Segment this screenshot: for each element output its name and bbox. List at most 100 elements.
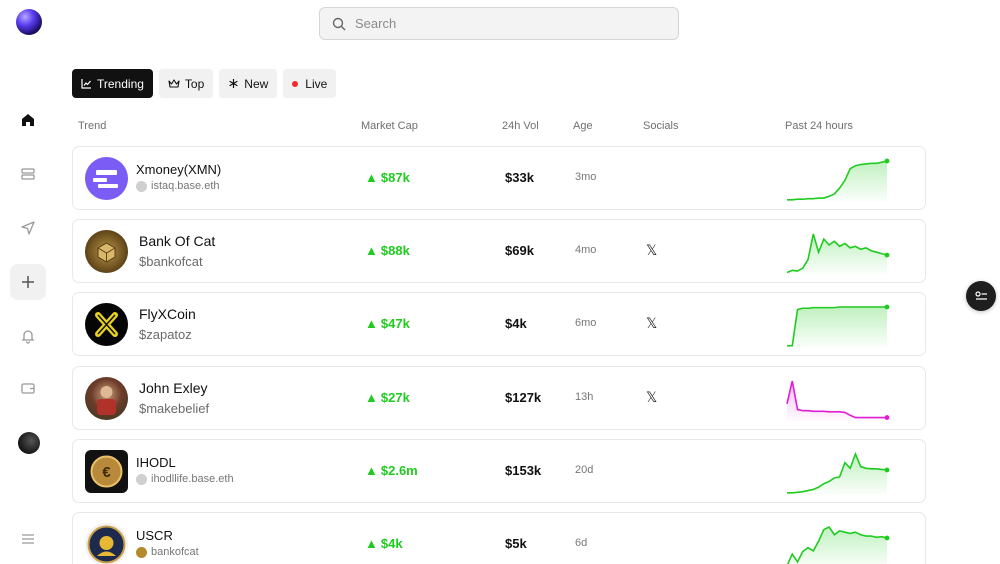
search-input[interactable] [355,16,655,31]
home-icon [22,114,34,126]
search-box[interactable] [319,7,679,40]
volume: $33k [505,170,534,185]
col-trend[interactable]: Trend [78,120,106,132]
up-arrow-icon: ▲ [365,390,378,405]
col-age[interactable]: Age [573,120,593,132]
send-icon [21,221,35,235]
social-x-link[interactable]: 𝕏 [646,389,657,406]
token-avatar [85,157,128,200]
social-x-link[interactable]: 𝕏 [646,242,657,259]
sparkline [787,304,890,347]
sparkline [786,233,890,274]
asterisk-icon [229,79,238,88]
token-handle: $zapatoz [139,327,192,342]
svg-text:€: € [102,464,111,481]
volume: $153k [505,463,542,478]
handle-text: ihodllife.base.eth [151,473,234,485]
sparkline-end-dot [884,252,890,258]
nav-menu[interactable] [10,521,46,557]
nav-wallet[interactable] [10,370,46,406]
token-handle: $makebelief [139,401,210,416]
sparkline-end-dot [884,467,890,473]
app-logo[interactable] [16,9,42,35]
trend-icon [81,79,91,89]
social-x-link[interactable]: 𝕏 [646,315,657,332]
col-market-cap[interactable]: Market Cap [361,120,418,132]
token-row[interactable]: Bank Of Cat $bankofcat ▲ $88k $69k 4mo 𝕏 [72,219,926,283]
nav-home[interactable] [10,102,46,138]
nav-notifications[interactable] [10,318,46,354]
up-arrow-icon: ▲ [365,316,378,331]
col-socials: Socials [643,120,679,132]
filter-tabs: Trending Top New Live [72,69,337,98]
token-handle: ihodllife.base.eth [136,473,234,485]
handle-text: istaq.base.eth [151,180,220,192]
market-cap: ▲ $2.6m [365,463,418,478]
bell-icon [21,330,35,344]
col-24h-vol[interactable]: 24h Vol [502,120,539,132]
market-cap-value: $2.6m [380,463,418,478]
creator-avatar-icon [136,546,147,558]
creator-avatar-icon [136,180,147,192]
filter-settings-button[interactable] [966,281,996,311]
token-handle: bankofcat [136,546,199,558]
age: 4mo [575,244,597,256]
plus-icon [22,276,34,288]
market-cap-value: $88k [380,243,410,258]
volume: $127k [505,390,542,405]
user-avatar[interactable] [18,432,40,454]
sparkline [787,451,890,494]
token-avatar [85,230,128,273]
tab-trending-label: Trending [97,76,144,91]
sparkline-end-dot [884,415,890,420]
tab-new-label: New [244,76,269,91]
token-row[interactable]: Xmoney(XMN) istaq.base.eth ▲ $87k $33k 3m… [72,146,926,210]
market-cap-value: $47k [380,316,410,331]
age: 6d [575,537,588,549]
token-name: Bank Of Cat [139,233,216,249]
token-name: Xmoney(XMN) [136,162,222,177]
token-row[interactable]: John Exley $makebelief ▲ $27k $127k 13h 𝕏 [72,366,926,430]
up-arrow-icon: ▲ [365,170,378,185]
tab-top[interactable]: Top [158,69,214,98]
tab-new[interactable]: New [219,69,278,98]
volume: $4k [505,316,527,331]
list-settings-icon [975,291,987,300]
token-name: John Exley [139,380,208,396]
market-cap: ▲ $88k [365,243,410,258]
sparkline-end-dot [884,158,890,164]
token-avatar [85,377,128,420]
token-row[interactable]: € IHODL ihodllife.base.eth ▲ $2.6m $153k … [72,439,926,503]
nav-layers[interactable] [10,156,46,192]
layers-icon [21,168,35,180]
tab-live[interactable]: Live [283,69,337,98]
market-cap: ▲ $47k [365,316,410,331]
sparkline-area [787,381,887,421]
market-cap-value: $4k [380,536,403,551]
volume: $69k [505,243,534,258]
token-row[interactable]: FlyXCoin $zapatoz ▲ $47k $4k 6mo 𝕏 [72,292,926,356]
up-arrow-icon: ▲ [365,536,378,551]
nav-create[interactable] [10,264,46,300]
nav-send[interactable] [10,210,46,246]
token-row[interactable]: USCR bankofcat ▲ $4k $5k 6d [72,512,926,564]
crown-icon [168,79,180,88]
wallet-icon [21,383,35,394]
market-cap: ▲ $87k [365,170,410,185]
volume: $5k [505,536,527,551]
age: 3mo [575,171,597,183]
tab-trending[interactable]: Trending [72,69,153,98]
sparkline-end-dot [884,535,890,541]
market-cap-value: $27k [380,390,410,405]
live-dot-icon [292,80,299,87]
token-avatar [85,303,128,346]
sparkline-area [787,307,887,347]
age: 6mo [575,317,597,329]
market-cap-value: $87k [380,170,410,185]
sparkline [787,158,890,201]
age: 20d [575,464,594,476]
market-cap: ▲ $4k [365,536,403,551]
sparkline [786,525,890,564]
token-avatar [85,523,128,564]
creator-avatar-icon [136,473,147,485]
